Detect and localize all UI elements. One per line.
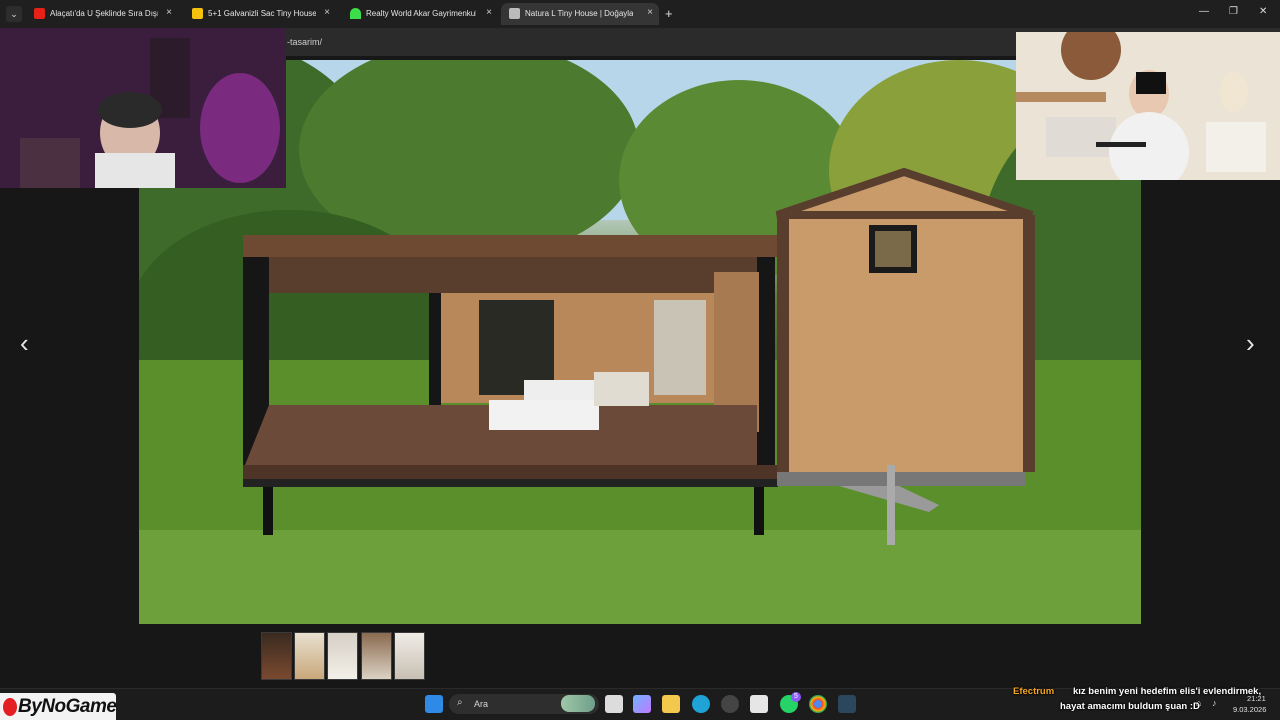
tab-title: Alaçatı'da U Şeklinde Sıra Dışı E	[50, 9, 158, 18]
chat-message-line-1: kız benim yeni hedefim elis'i evlendirme…	[1073, 686, 1262, 697]
chat-username: Efectrum	[1013, 686, 1055, 697]
window-close-icon[interactable]: ✕	[1259, 6, 1267, 17]
house-illustration	[139, 60, 1141, 624]
search-placeholder: Ara	[474, 699, 489, 709]
minimize-icon[interactable]: —	[1199, 6, 1209, 17]
clock-time[interactable]: 21:21	[1247, 694, 1266, 703]
search-icon: ⌕	[457, 697, 463, 708]
tab-galvanizli[interactable]: 5+1 Galvanizli Sac Tiny House ×	[184, 3, 336, 25]
previous-image-arrow-icon[interactable]: ‹	[20, 330, 29, 356]
thumbnail-4[interactable]	[361, 632, 392, 680]
s-favicon-icon	[192, 8, 203, 19]
close-tab-icon[interactable]: ×	[166, 7, 172, 18]
chat-message-line-2: hayat amacımı buldum şuan :D	[1060, 701, 1200, 712]
next-image-arrow-icon[interactable]: ›	[1246, 330, 1255, 356]
bynogame-logo-text: ByNoGame	[18, 696, 117, 717]
whatsapp-badge: 5	[791, 692, 801, 702]
thumbnail-2[interactable]	[294, 632, 325, 680]
guest-webcam-right	[1016, 32, 1280, 180]
volume-icon[interactable]: ♪	[1212, 698, 1217, 708]
network-icon[interactable]: ⌂	[1196, 698, 1201, 708]
bynogame-logo-mark-icon	[3, 698, 17, 716]
tab-title: Natura L Tiny House | Doğayla	[525, 9, 633, 18]
close-tab-icon[interactable]: ×	[647, 7, 653, 18]
house-favicon-icon	[350, 8, 361, 19]
steam-icon[interactable]	[838, 695, 856, 713]
webcam-left-scene	[0, 28, 286, 188]
app-icon[interactable]	[721, 695, 739, 713]
tab-title: 5+1 Galvanizli Sac Tiny House	[208, 9, 316, 18]
tab-alacati[interactable]: Alaçatı'da U Şeklinde Sıra Dışı E ×	[26, 3, 178, 25]
copilot-icon[interactable]	[633, 695, 651, 713]
edge-browser-icon[interactable]	[692, 695, 710, 713]
url-text[interactable]: -tasarim/	[287, 37, 322, 47]
task-view-icon[interactable]	[605, 695, 623, 713]
search-highlight-image-icon[interactable]	[561, 695, 595, 712]
close-tab-icon[interactable]: ×	[486, 7, 492, 18]
webcam-right-scene	[1016, 32, 1280, 180]
windows-start-icon[interactable]	[425, 695, 443, 713]
chrome-icon[interactable]	[809, 695, 827, 713]
tab-natura-l-tiny-house[interactable]: Natura L Tiny House | Doğayla ×	[501, 3, 659, 25]
store-icon[interactable]	[750, 695, 768, 713]
file-explorer-icon[interactable]	[662, 695, 680, 713]
tiny-house-render-image	[139, 60, 1141, 624]
thumbnail-1[interactable]	[261, 632, 292, 680]
site-favicon-icon	[509, 8, 520, 19]
thumbnail-5[interactable]	[394, 632, 425, 680]
new-tab-button[interactable]: +	[665, 6, 673, 21]
thumbnail-3[interactable]	[327, 632, 358, 680]
tab-realty-world[interactable]: Realty World Akar Gayrimenkul ×	[342, 3, 498, 25]
tab-title: Realty World Akar Gayrimenkul	[366, 9, 476, 18]
close-tab-icon[interactable]: ×	[324, 7, 330, 18]
tab-search-menu-button[interactable]: ⌄	[6, 6, 22, 22]
clock-date[interactable]: 9.03.2026	[1233, 705, 1266, 714]
restore-icon[interactable]: ❐	[1229, 6, 1238, 17]
youtube-favicon-icon	[34, 8, 45, 19]
streamer-webcam-left	[0, 28, 286, 188]
